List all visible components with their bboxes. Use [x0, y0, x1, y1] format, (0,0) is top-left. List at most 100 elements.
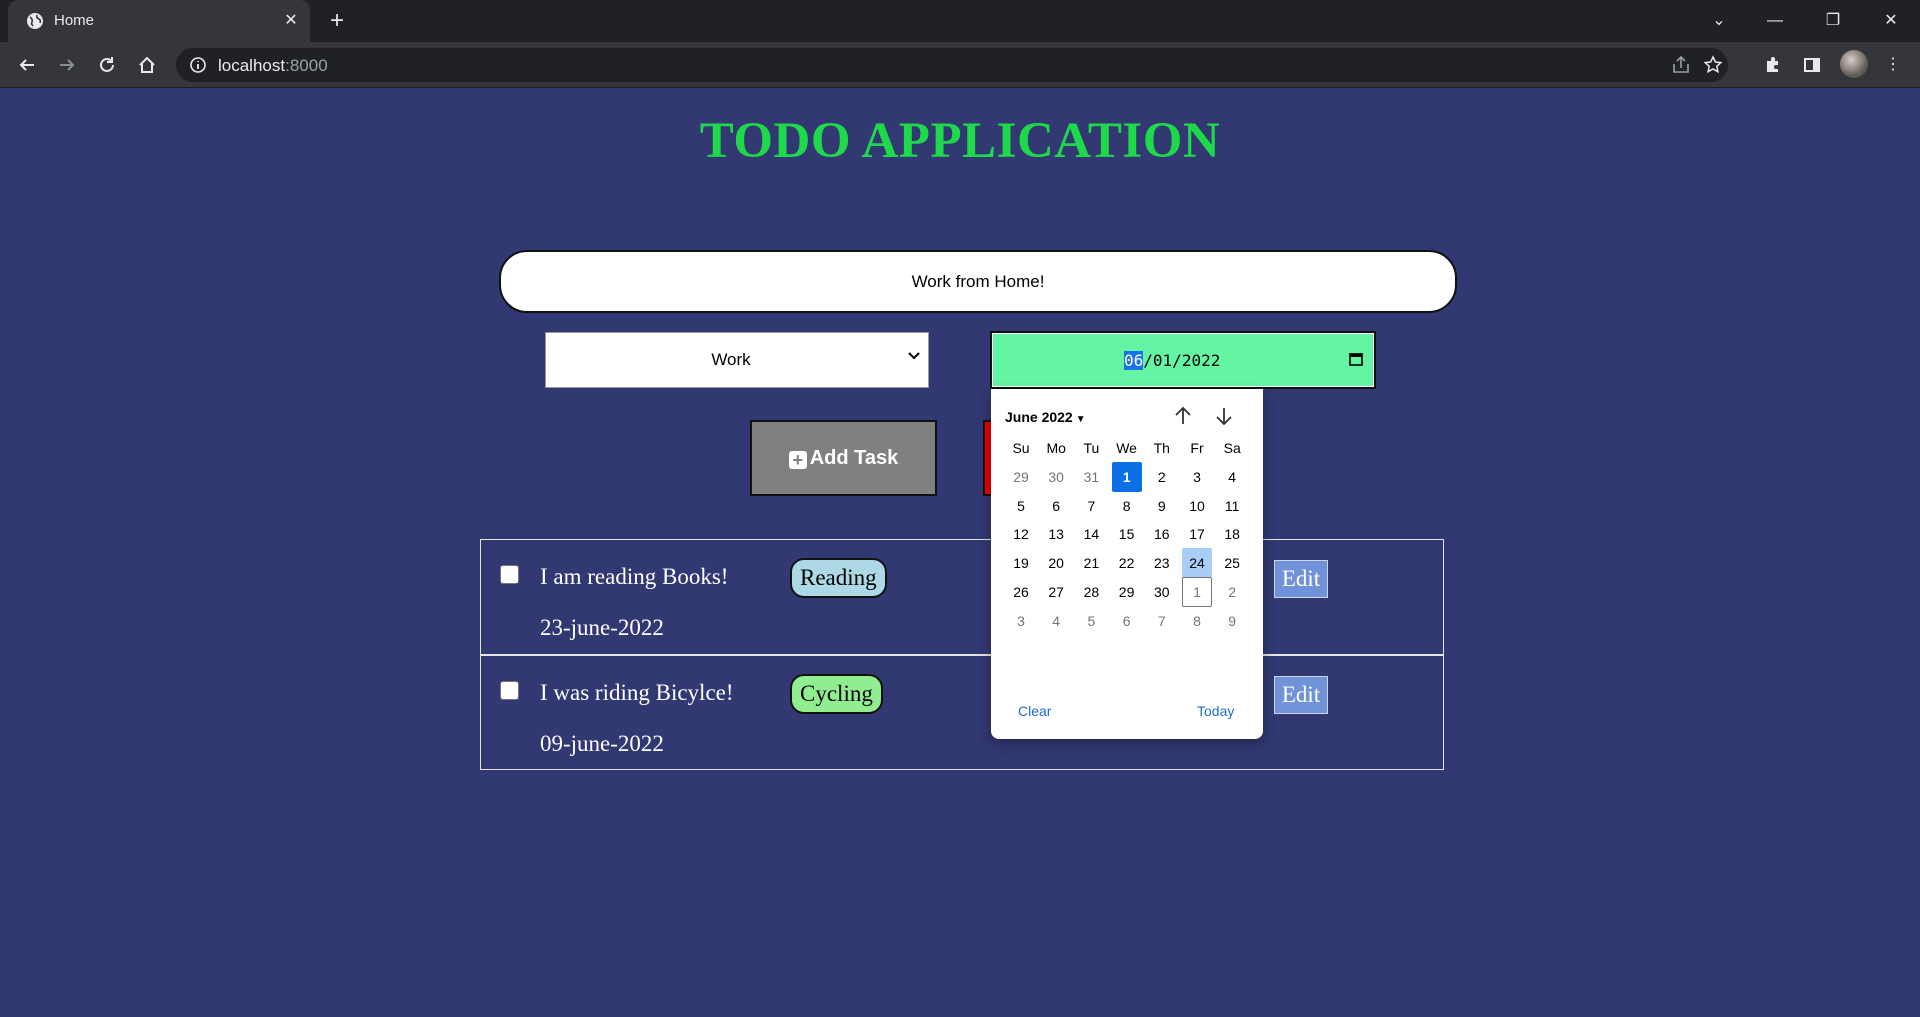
calendar-day[interactable]: 3: [1006, 606, 1036, 636]
weekday-header: Tu: [1083, 440, 1100, 456]
calendar-day[interactable]: 23: [1147, 548, 1177, 578]
edit-button[interactable]: Edit: [1274, 676, 1328, 714]
calendar-day[interactable]: 8: [1182, 606, 1212, 636]
calendar-day[interactable]: 12: [1006, 519, 1036, 549]
date-month-segment[interactable]: 06: [1124, 351, 1144, 370]
calendar-day[interactable]: 9: [1217, 606, 1247, 636]
share-icon[interactable]: [1670, 54, 1692, 76]
calendar-day[interactable]: 27: [1041, 577, 1071, 607]
date-picker-popup: June 2022 ▼ Su Mo Tu We Th Fr Sa 29 30 31 1 2 3 4 5 6 7 8 9…: [991, 389, 1263, 739]
calendar-day[interactable]: 13: [1041, 519, 1071, 549]
calendar-day[interactable]: 15: [1112, 519, 1142, 549]
date-input[interactable]: 06/01/2022: [990, 331, 1376, 389]
calendar-day[interactable]: 4: [1217, 462, 1247, 492]
calendar-day[interactable]: 31: [1076, 462, 1106, 492]
calendar-day[interactable]: 6: [1112, 606, 1142, 636]
calendar-day[interactable]: 20: [1041, 548, 1071, 578]
category-select-value: Work: [711, 350, 751, 369]
page-title: TODO APPLICATION: [699, 113, 1221, 169]
tab-search-icon[interactable]: ⌄: [1696, 6, 1742, 36]
date-year-segment[interactable]: 2022: [1182, 351, 1221, 370]
next-month-arrow-icon[interactable]: [1211, 403, 1237, 429]
calendar-day[interactable]: 17: [1182, 519, 1212, 549]
calendar-day[interactable]: 28: [1076, 577, 1106, 607]
reload-icon[interactable]: [92, 50, 122, 80]
minimize-icon[interactable]: —: [1752, 6, 1798, 36]
calendar-day[interactable]: 16: [1147, 519, 1177, 549]
calendar-day[interactable]: 5: [1006, 491, 1036, 521]
task-checkbox[interactable]: [500, 565, 519, 584]
weekday-header: Th: [1153, 440, 1170, 456]
task-date: 09-june-2022: [540, 731, 664, 756]
weekday-header: Fr: [1190, 440, 1204, 456]
month-year-dropdown[interactable]: June 2022 ▼: [1005, 409, 1086, 425]
calendar-icon[interactable]: [1348, 351, 1364, 367]
new-tab-icon[interactable]: +: [325, 9, 349, 33]
calendar-day[interactable]: 30: [1041, 462, 1071, 492]
date-input-value[interactable]: 06/01/2022: [1124, 351, 1220, 370]
url-text: localhost:8000: [218, 56, 328, 75]
calendar-day[interactable]: 10: [1182, 491, 1212, 521]
calendar-day[interactable]: 29: [1112, 577, 1142, 607]
side-panel-icon[interactable]: [1797, 50, 1827, 80]
calendar-day[interactable]: 21: [1076, 548, 1106, 578]
calendar-day-selected[interactable]: 1: [1111, 462, 1142, 492]
forward-icon[interactable]: [52, 50, 82, 80]
site-info-icon[interactable]: [188, 55, 208, 75]
home-icon[interactable]: [132, 50, 162, 80]
calendar-day[interactable]: 9: [1147, 491, 1177, 521]
tab-close-icon[interactable]: ✕: [280, 10, 302, 32]
calendar-day[interactable]: 7: [1076, 491, 1106, 521]
task-list: I am reading Books! Reading 23-june-2022…: [480, 539, 1444, 770]
back-icon[interactable]: [12, 50, 42, 80]
previous-month-arrow-icon[interactable]: [1170, 403, 1196, 429]
task-text: I was riding Bicylce!: [540, 680, 734, 705]
plus-icon: +: [788, 450, 807, 469]
restore-icon[interactable]: ❐: [1810, 6, 1856, 36]
calendar-day[interactable]: 22: [1112, 548, 1142, 578]
menu-dots-icon[interactable]: ⋮: [1878, 50, 1908, 80]
calendar-day[interactable]: 11: [1217, 491, 1247, 521]
calendar-day[interactable]: 2: [1147, 462, 1177, 492]
address-bar[interactable]: localhost:8000: [176, 48, 1728, 82]
calendar-day[interactable]: 3: [1182, 462, 1212, 492]
profile-avatar[interactable]: [1840, 50, 1868, 78]
chevron-down-icon: [908, 352, 920, 360]
caret-down-icon: ▼: [1075, 414, 1086, 425]
calendar-day[interactable]: 2: [1217, 577, 1247, 607]
calendar-day[interactable]: 4: [1041, 606, 1071, 636]
task-input[interactable]: [499, 250, 1457, 313]
calendar-day[interactable]: 19: [1006, 548, 1036, 578]
extensions-icon[interactable]: [1758, 50, 1788, 80]
tab-title: Home: [54, 12, 95, 29]
clear-date-button[interactable]: Clear: [1018, 703, 1051, 719]
calendar-day[interactable]: 29: [1006, 462, 1036, 492]
task-category-tag: Cycling: [790, 674, 883, 714]
task-date: 23-june-2022: [540, 615, 664, 640]
browser-tab-strip: Home ✕ + ⌄ — ❐ ✕: [0, 0, 1920, 42]
task-text: I am reading Books!: [540, 564, 729, 589]
calendar-day[interactable]: 1: [1182, 576, 1212, 607]
bookmark-star-icon[interactable]: [1702, 54, 1724, 76]
calendar-day[interactable]: 6: [1041, 491, 1071, 521]
edit-button[interactable]: Edit: [1274, 560, 1328, 598]
task-row: I am reading Books! Reading 23-june-2022…: [481, 540, 1443, 654]
today-button[interactable]: Today: [1197, 703, 1234, 719]
add-task-button[interactable]: + Add Task: [750, 420, 937, 496]
calendar-day[interactable]: 14: [1076, 519, 1106, 549]
weekday-header: Sa: [1223, 440, 1241, 456]
window-close-icon[interactable]: ✕: [1868, 6, 1914, 36]
browser-tab[interactable]: Home ✕: [8, 0, 310, 42]
calendar-day[interactable]: 24: [1182, 548, 1212, 579]
calendar-day[interactable]: 26: [1006, 577, 1036, 607]
calendar-day[interactable]: 8: [1112, 491, 1142, 521]
date-day-segment[interactable]: 01: [1153, 351, 1172, 370]
calendar-day[interactable]: 7: [1147, 606, 1177, 636]
calendar-day[interactable]: 30: [1147, 577, 1177, 607]
task-checkbox[interactable]: [500, 681, 519, 700]
weekday-header: Mo: [1046, 440, 1066, 456]
category-select[interactable]: Work: [545, 332, 929, 388]
calendar-day[interactable]: 5: [1076, 606, 1106, 636]
calendar-day[interactable]: 18: [1217, 519, 1247, 549]
calendar-day[interactable]: 25: [1217, 548, 1247, 578]
